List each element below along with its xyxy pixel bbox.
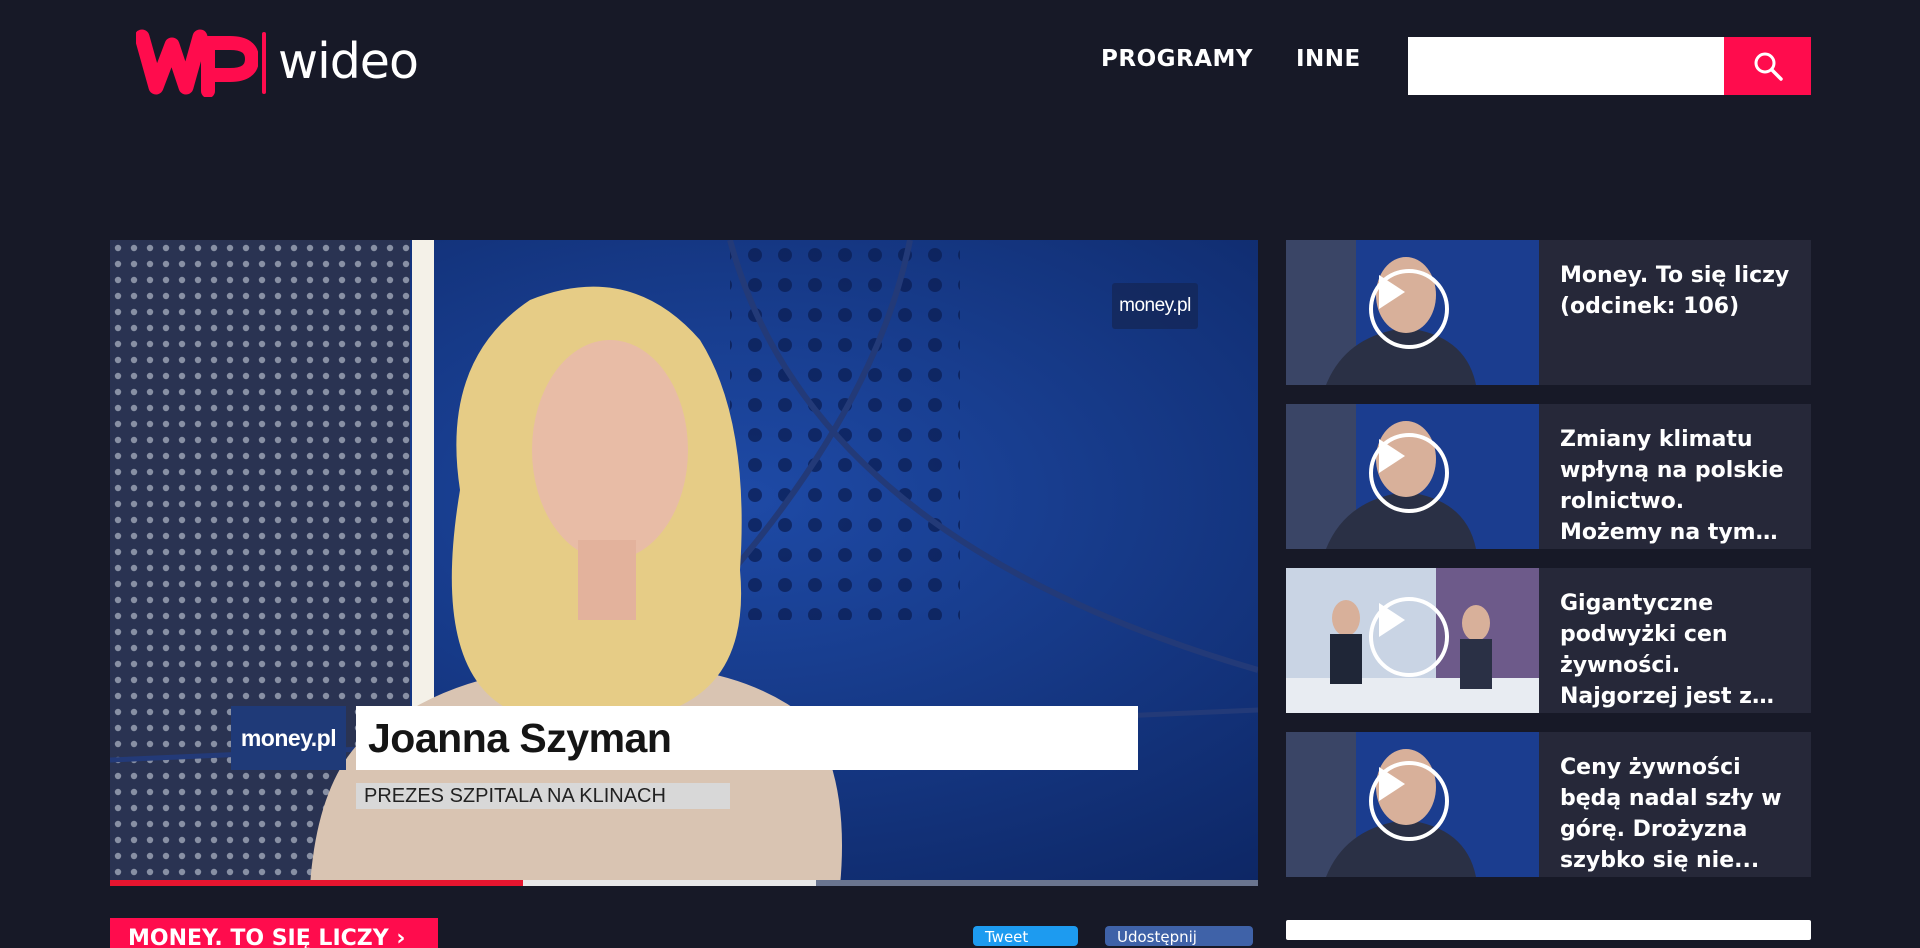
- video-watermark: money.pl: [1112, 283, 1198, 329]
- share-twitter-button[interactable]: Tweet: [973, 926, 1078, 946]
- related-title: Money. To się liczy (odcinek: 106): [1560, 263, 1790, 319]
- video-played: [110, 880, 524, 886]
- play-icon: [1369, 433, 1449, 513]
- related-thumbnail: [1286, 240, 1539, 385]
- related-video-2[interactable]: Zmiany klimatu wpłyną na polskie rolnict…: [1286, 404, 1811, 549]
- search-button[interactable]: [1724, 37, 1811, 95]
- wp-logo-icon: [136, 29, 258, 97]
- play-icon: [1369, 597, 1449, 677]
- search-input[interactable]: [1408, 37, 1724, 95]
- related-title: Gigantyczne podwyżki cen żywności. Najgo…: [1560, 591, 1752, 709]
- related-video-3[interactable]: Gigantyczne podwyżki cen żywności. Najgo…: [1286, 568, 1811, 713]
- related-title: Zmiany klimatu wpłyną na polskie rolnict…: [1560, 427, 1784, 545]
- share-facebook-button[interactable]: Udostępnij: [1105, 926, 1253, 946]
- related-video-1[interactable]: Money. To się liczy (odcinek: 106): [1286, 240, 1811, 385]
- search-icon: [1754, 52, 1783, 81]
- lower-third-logo: money.pl: [231, 706, 346, 770]
- video-progress-bar[interactable]: [110, 880, 1258, 886]
- related-thumbnail: [1286, 732, 1539, 877]
- nav-programy[interactable]: PROGRAMY: [1101, 46, 1253, 72]
- show-tag-link[interactable]: MONEY. TO SIĘ LICZY ›: [110, 918, 438, 948]
- related-video-4[interactable]: Ceny żywności będą nadal szły w górę. Dr…: [1286, 732, 1811, 877]
- lower-third-role: PREZES SZPITALA NA KLINACH: [356, 783, 730, 809]
- wp-wideo-logo[interactable]: wideo: [136, 28, 419, 98]
- site-header: wideo PROGRAMY INNE: [0, 0, 1920, 130]
- logo-text: wideo: [278, 32, 419, 90]
- related-title: Ceny żywności będą nadal szły w górę. Dr…: [1560, 755, 1782, 873]
- sidebar-box: [1286, 920, 1811, 940]
- logo-separator: [262, 32, 266, 94]
- video-player[interactable]: money.pl money.pl Joanna Szyman PREZES S…: [110, 240, 1258, 886]
- play-icon: [1369, 269, 1449, 349]
- related-thumbnail: [1286, 404, 1539, 549]
- play-icon: [1369, 761, 1449, 841]
- lower-third-name: Joanna Szyman: [356, 706, 1138, 770]
- related-thumbnail: [1286, 568, 1539, 713]
- nav-inne[interactable]: INNE: [1296, 46, 1361, 72]
